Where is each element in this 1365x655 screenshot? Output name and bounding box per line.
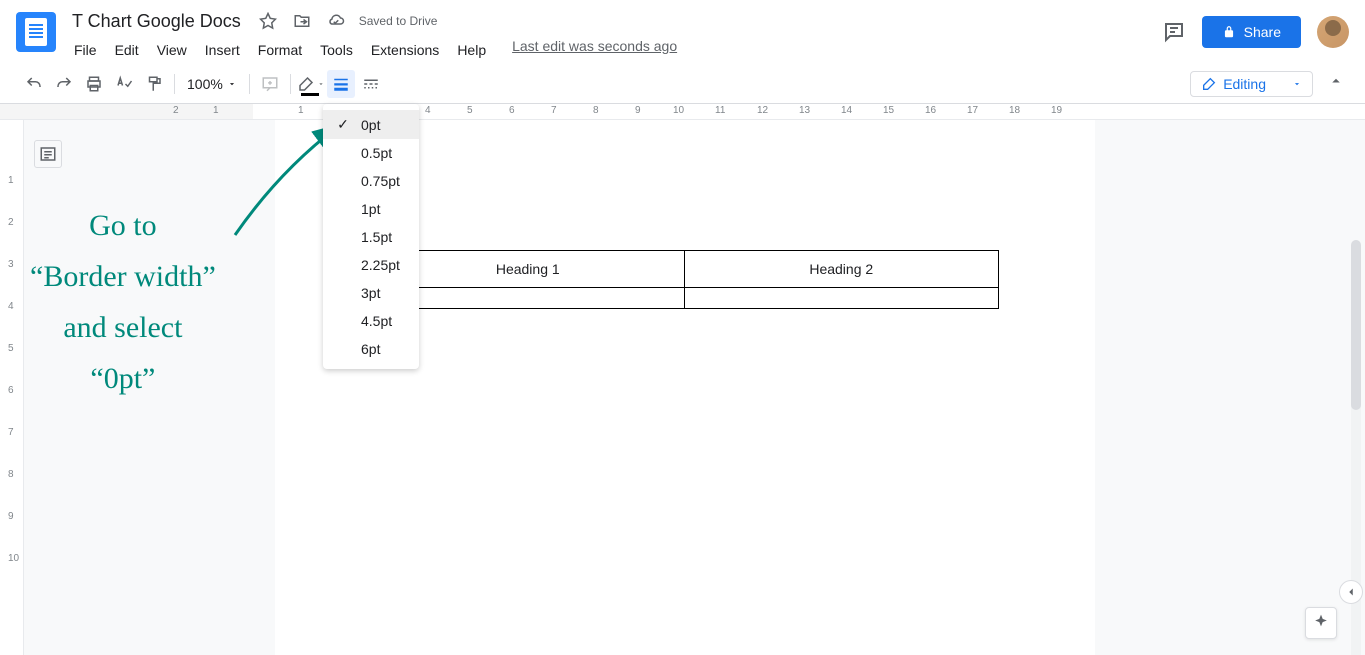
chevron-down-icon xyxy=(1292,79,1302,89)
save-status: Saved to Drive xyxy=(359,14,438,28)
table-cell[interactable] xyxy=(685,288,999,309)
pencil-icon xyxy=(1201,76,1217,92)
table-header-2[interactable]: Heading 2 xyxy=(685,251,999,288)
spellcheck-button[interactable] xyxy=(110,70,138,98)
border-dash-button[interactable] xyxy=(357,70,385,98)
border-color-button[interactable] xyxy=(297,70,325,98)
menu-extensions[interactable]: Extensions xyxy=(363,38,447,62)
menu-file[interactable]: File xyxy=(66,38,105,62)
title-bar: T Chart Google Docs Saved to Drive File … xyxy=(0,0,1365,64)
chevron-down-icon xyxy=(227,79,237,89)
vertical-ruler[interactable]: 12345678910 xyxy=(0,120,24,655)
collapse-toolbar-button[interactable] xyxy=(1327,72,1345,95)
dropdown-item[interactable]: 0.75pt xyxy=(323,167,419,195)
chevron-down-icon xyxy=(317,80,325,88)
share-label: Share xyxy=(1244,24,1281,40)
menu-view[interactable]: View xyxy=(149,38,195,62)
toolbar: 100% Editing xyxy=(0,64,1365,104)
menu-help[interactable]: Help xyxy=(449,38,494,62)
cloud-icon[interactable] xyxy=(323,8,349,34)
avatar[interactable] xyxy=(1317,16,1349,48)
print-button[interactable] xyxy=(80,70,108,98)
add-comment-button[interactable] xyxy=(256,70,284,98)
annotation-text: Go to “Border width” and select “0pt” xyxy=(30,200,216,404)
tchart-table[interactable]: Heading 1 Heading 2 xyxy=(371,250,999,309)
docs-icon[interactable] xyxy=(16,12,56,52)
dropdown-item[interactable]: 4.5pt xyxy=(323,307,419,335)
menu-insert[interactable]: Insert xyxy=(197,38,248,62)
menu-edit[interactable]: Edit xyxy=(107,38,147,62)
dropdown-item[interactable]: 3pt xyxy=(323,279,419,307)
dropdown-item[interactable]: 2.25pt xyxy=(323,251,419,279)
star-icon[interactable] xyxy=(255,8,281,34)
comments-icon[interactable] xyxy=(1162,20,1186,44)
dropdown-item[interactable]: 6pt xyxy=(323,335,419,363)
side-panel-toggle[interactable] xyxy=(1339,580,1363,604)
explore-button[interactable] xyxy=(1305,607,1337,639)
border-width-dropdown: ✓0pt0.5pt0.75pt1pt1.5pt2.25pt3pt4.5pt6pt xyxy=(323,104,419,369)
menu-format[interactable]: Format xyxy=(250,38,310,62)
redo-button[interactable] xyxy=(50,70,78,98)
dropdown-item[interactable]: 1.5pt xyxy=(323,223,419,251)
horizontal-ruler[interactable]: 2112345678910111213141516171819 xyxy=(0,104,1365,120)
zoom-select[interactable]: 100% xyxy=(181,74,243,94)
main-menu: File Edit View Insert Format Tools Exten… xyxy=(66,38,677,62)
dropdown-item[interactable]: 1pt xyxy=(323,195,419,223)
last-edit-link[interactable]: Last edit was seconds ago xyxy=(512,38,677,62)
lock-icon xyxy=(1222,25,1236,39)
paint-format-button[interactable] xyxy=(140,70,168,98)
dropdown-item[interactable]: ✓0pt xyxy=(323,110,419,139)
doc-title[interactable]: T Chart Google Docs xyxy=(66,9,247,34)
share-button[interactable]: Share xyxy=(1202,16,1301,48)
menu-tools[interactable]: Tools xyxy=(312,38,361,62)
editing-mode-select[interactable]: Editing xyxy=(1190,71,1313,97)
dropdown-item[interactable]: 0.5pt xyxy=(323,139,419,167)
undo-button[interactable] xyxy=(20,70,48,98)
border-width-button[interactable] xyxy=(327,70,355,98)
move-icon[interactable] xyxy=(289,8,315,34)
